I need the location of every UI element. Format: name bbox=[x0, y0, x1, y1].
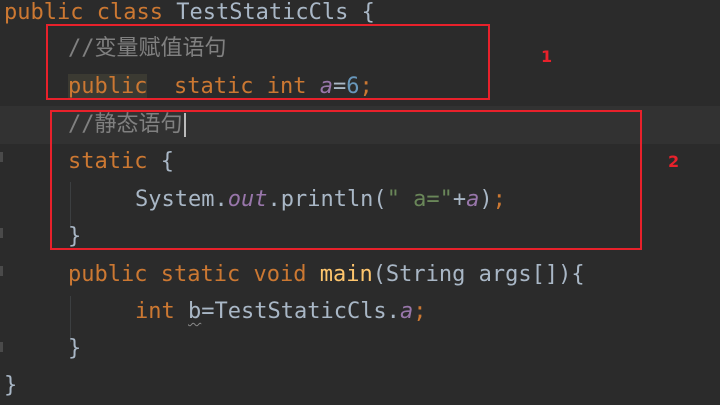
code-token: ; bbox=[413, 299, 427, 324]
code-token: static bbox=[160, 262, 241, 287]
code-line-10[interactable]: } bbox=[0, 330, 720, 368]
code-token: a bbox=[399, 299, 414, 324]
code-token: main bbox=[319, 262, 373, 287]
code-text: public static void main(String args[]){ bbox=[68, 256, 585, 294]
annotation-label-1: 1 bbox=[541, 47, 553, 66]
code-token: b bbox=[188, 299, 202, 324]
code-token: } bbox=[4, 373, 18, 398]
code-line-9[interactable]: int b=TestStaticCls.a; bbox=[0, 293, 720, 331]
code-token: public bbox=[68, 262, 148, 287]
code-editor[interactable]: public class TestStaticCls { //变量赋值语句 pu… bbox=[0, 0, 720, 405]
code-text: } bbox=[68, 330, 81, 368]
code-token: TestStaticCls { bbox=[162, 0, 375, 25]
code-text: } bbox=[4, 367, 17, 405]
code-text: int b=TestStaticCls.a; bbox=[135, 293, 426, 331]
annotation-box-2 bbox=[50, 110, 642, 250]
code-token: =TestStaticCls. bbox=[201, 299, 400, 324]
code-token: public bbox=[4, 0, 84, 25]
code-token: (String args[]){ bbox=[372, 262, 585, 287]
code-token: int bbox=[135, 299, 175, 324]
code-token: } bbox=[68, 336, 82, 361]
annotation-box-1 bbox=[46, 24, 490, 100]
code-token: class bbox=[96, 0, 163, 25]
annotation-label-2: 2 bbox=[668, 152, 680, 171]
code-token: void bbox=[253, 262, 307, 287]
code-line-8[interactable]: public static void main(String args[]){ bbox=[0, 256, 720, 294]
code-line-11[interactable]: } bbox=[0, 367, 720, 405]
